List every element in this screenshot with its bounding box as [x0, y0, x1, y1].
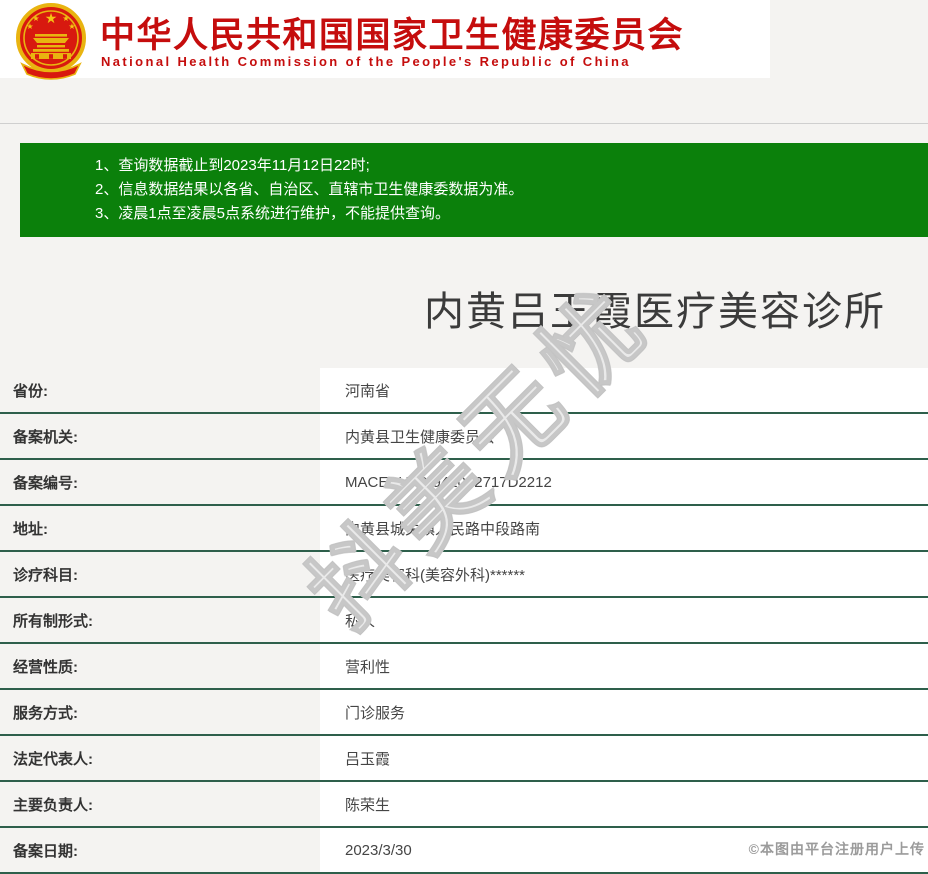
table-row: 所有制形式: 私人 — [0, 598, 928, 644]
notice-banner: 1、查询数据截止到2023年11月12日22时; 2、信息数据结果以各省、自治区… — [20, 143, 928, 237]
table-row: 主要负责人: 陈荣生 — [0, 782, 928, 828]
notice-line: 2、信息数据结果以各省、自治区、直辖市卫生健康委数据为准。 — [95, 181, 524, 198]
national-emblem-icon: ★ ★ ★ ★ ★ — [16, 3, 86, 80]
site-title-chinese: 中华人民共和国国家卫生健康委员会 — [100, 16, 685, 55]
table-row: 备案编号: MACEPUP0-941052717D2212 — [0, 460, 928, 506]
field-label: 诊疗科目: — [13, 566, 78, 584]
field-value: 陈荣生 — [320, 782, 928, 826]
table-row: 备案日期: 2023/3/30 — [0, 828, 928, 874]
svg-text:★: ★ — [26, 22, 33, 31]
site-title-english: National Health Commission of the People… — [101, 54, 631, 69]
field-label: 省份: — [13, 382, 48, 400]
table-row: 法定代表人: 吕玉霞 — [0, 736, 928, 782]
result-table: 省份: 河南省备案机关: 内黄县卫生健康委员会备案编号: MACEPUP0-94105… — [0, 368, 928, 874]
field-label: 主要负责人: — [13, 796, 93, 814]
table-row: 服务方式: 门诊服务 — [0, 690, 928, 736]
field-label: 备案机关: — [13, 428, 78, 446]
field-label: 法定代表人: — [13, 750, 93, 768]
svg-text:★: ★ — [68, 22, 75, 31]
field-value: 2023/3/30 — [320, 828, 928, 872]
field-value: 河南省 — [320, 368, 928, 412]
table-row: 省份: 河南省 — [0, 368, 928, 414]
table-row: 诊疗科目: 医疗美容科(美容外科)****** — [0, 552, 928, 598]
field-value: 私人 — [320, 598, 928, 642]
table-row: 备案机关: 内黄县卫生健康委员会 — [0, 414, 928, 460]
institution-name-title: 内黄吕玉霞医疗美容诊所 — [424, 290, 886, 334]
table-row: 经营性质: 营利性 — [0, 644, 928, 690]
field-value: 医疗美容科(美容外科)****** — [320, 552, 928, 596]
field-value: MACEPUP0-941052717D2212 — [320, 460, 928, 504]
field-label: 服务方式: — [13, 704, 78, 722]
field-label: 所有制形式: — [13, 612, 93, 630]
field-label: 备案编号: — [13, 474, 78, 492]
site-header: ★ ★ ★ ★ ★ 中华人民共和国国家卫生健康委员会 National Heal… — [0, 0, 770, 80]
notice-line: 1、查询数据截止到2023年11月12日22时; — [95, 157, 370, 174]
field-value: 内黄县城关镇人民路中段路南 — [320, 506, 928, 550]
table-row: 地址: 内黄县城关镇人民路中段路南 — [0, 506, 928, 552]
field-label: 经营性质: — [13, 658, 78, 676]
header-divider-line — [0, 123, 928, 124]
field-value: 营利性 — [320, 644, 928, 688]
field-label: 备案日期: — [13, 842, 78, 860]
svg-text:★: ★ — [45, 10, 58, 26]
field-value: 吕玉霞 — [320, 736, 928, 780]
field-value: 门诊服务 — [320, 690, 928, 734]
field-label: 地址: — [13, 520, 48, 538]
field-value: 内黄县卫生健康委员会 — [320, 414, 928, 458]
notice-line: 3、凌晨1点至凌晨5点系统进行维护，不能提供查询。 — [95, 205, 451, 222]
